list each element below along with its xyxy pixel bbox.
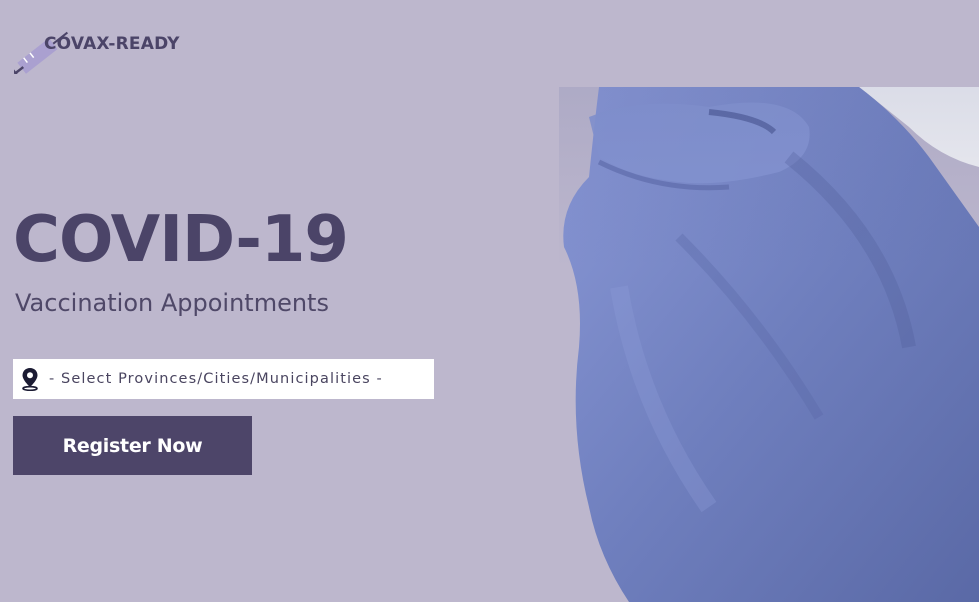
gloved-hand-icon	[559, 87, 979, 602]
brand-name: COVAX-READY	[44, 34, 180, 54]
hero-image	[559, 87, 979, 602]
hero-title: COVID-19	[13, 203, 349, 277]
map-pin-icon	[22, 368, 38, 391]
location-select[interactable]: - Select Provinces/Cities/Municipalities…	[13, 359, 434, 399]
register-now-button[interactable]: Register Now	[13, 416, 252, 475]
brand-logo[interactable]: COVAX-READY	[14, 14, 180, 74]
hero-subtitle: Vaccination Appointments	[15, 289, 329, 317]
location-select-label: - Select Provinces/Cities/Municipalities…	[49, 371, 383, 387]
